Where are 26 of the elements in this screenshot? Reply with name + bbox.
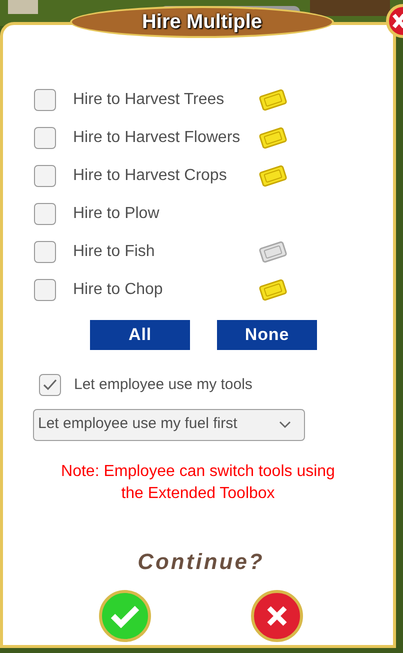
close-icon xyxy=(265,604,289,628)
check-icon xyxy=(110,604,140,628)
checkbox[interactable] xyxy=(34,165,56,187)
confirm-button[interactable] xyxy=(99,590,151,642)
check-icon xyxy=(43,379,57,392)
job-label: Hire to Harvest Trees xyxy=(73,90,226,110)
checkbox[interactable] xyxy=(34,127,56,149)
checkbox[interactable] xyxy=(34,203,56,225)
tools-label: Let employee use my tools xyxy=(74,375,252,395)
job-label: Hire to Plow xyxy=(73,204,160,224)
job-label: Hire to Harvest Flowers xyxy=(73,128,242,148)
note-text: Note: Employee can switch tools using the Extended Toolbox xyxy=(60,462,336,504)
checkbox[interactable] xyxy=(34,241,56,263)
continue-prompt: Continue? xyxy=(138,548,264,576)
chevron-down-icon xyxy=(278,420,292,429)
job-label: Hire to Chop xyxy=(73,280,164,300)
cancel-button[interactable] xyxy=(251,590,303,642)
job-label: Hire to Fish xyxy=(73,242,156,262)
checkbox[interactable] xyxy=(34,89,56,111)
close-icon xyxy=(392,13,403,29)
select-button[interactable]: None xyxy=(217,320,317,350)
checkbox[interactable] xyxy=(39,374,61,396)
select-button[interactable]: All xyxy=(90,320,190,350)
fuel-dropdown[interactable]: Let employee use my fuel first xyxy=(33,408,305,440)
checkbox[interactable] xyxy=(34,279,56,301)
job-label: Hire to Harvest Crops xyxy=(73,166,228,186)
